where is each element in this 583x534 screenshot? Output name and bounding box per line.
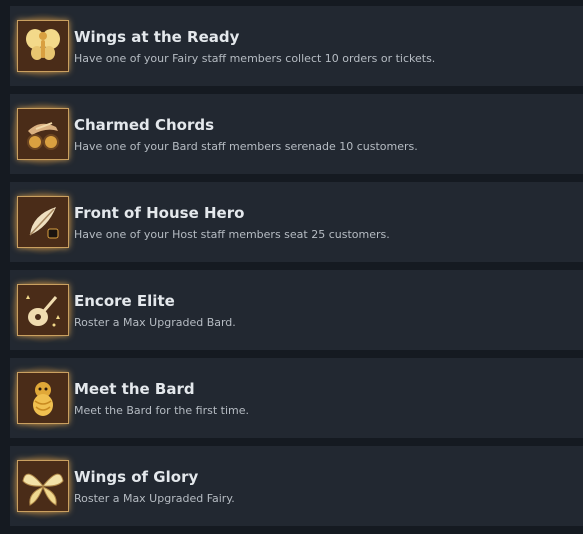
achievement-row[interactable]: Meet the Bard Meet the Bard for the firs… <box>9 358 583 438</box>
achievement-title: Wings at the Ready <box>74 28 240 46</box>
bard-glasses-icon <box>17 108 69 160</box>
achievement-badge <box>9 100 77 168</box>
achievement-description: Roster a Max Upgraded Bard. <box>74 316 236 329</box>
fairy-icon <box>17 20 69 72</box>
achievement-title: Front of House Hero <box>74 204 245 222</box>
achievement-row[interactable]: Wings of Glory Roster a Max Upgraded Fai… <box>9 446 583 526</box>
achievement-title: Meet the Bard <box>74 380 195 398</box>
achievement-title: Encore Elite <box>74 292 175 310</box>
achievement-description: Have one of your Bard staff members sere… <box>74 140 418 153</box>
achievement-title: Wings of Glory <box>74 468 199 486</box>
quill-ink-icon <box>17 196 69 248</box>
achievement-description: Roster a Max Upgraded Fairy. <box>74 492 235 505</box>
achievement-row[interactable]: Front of House Hero Have one of your Hos… <box>9 182 583 262</box>
achievement-list: Wings at the Ready Have one of your Fair… <box>0 0 583 534</box>
achievement-badge <box>9 188 77 256</box>
achievement-row[interactable]: Encore Elite Roster a Max Upgraded Bard. <box>9 270 583 350</box>
achievement-badge <box>9 12 77 80</box>
achievement-description: Have one of your Fairy staff members col… <box>74 52 436 65</box>
achievement-badge <box>9 364 77 432</box>
achievement-title: Charmed Chords <box>74 116 215 134</box>
achievement-row[interactable]: Wings at the Ready Have one of your Fair… <box>9 6 583 86</box>
achievement-description: Meet the Bard for the first time. <box>74 404 249 417</box>
wings-icon <box>17 460 69 512</box>
achievement-row[interactable]: Charmed Chords Have one of your Bard sta… <box>9 94 583 174</box>
achievement-description: Have one of your Host staff members seat… <box>74 228 390 241</box>
bearded-bard-icon <box>17 372 69 424</box>
lute-icon <box>17 284 69 336</box>
achievement-badge <box>9 452 77 520</box>
achievement-badge <box>9 276 77 344</box>
